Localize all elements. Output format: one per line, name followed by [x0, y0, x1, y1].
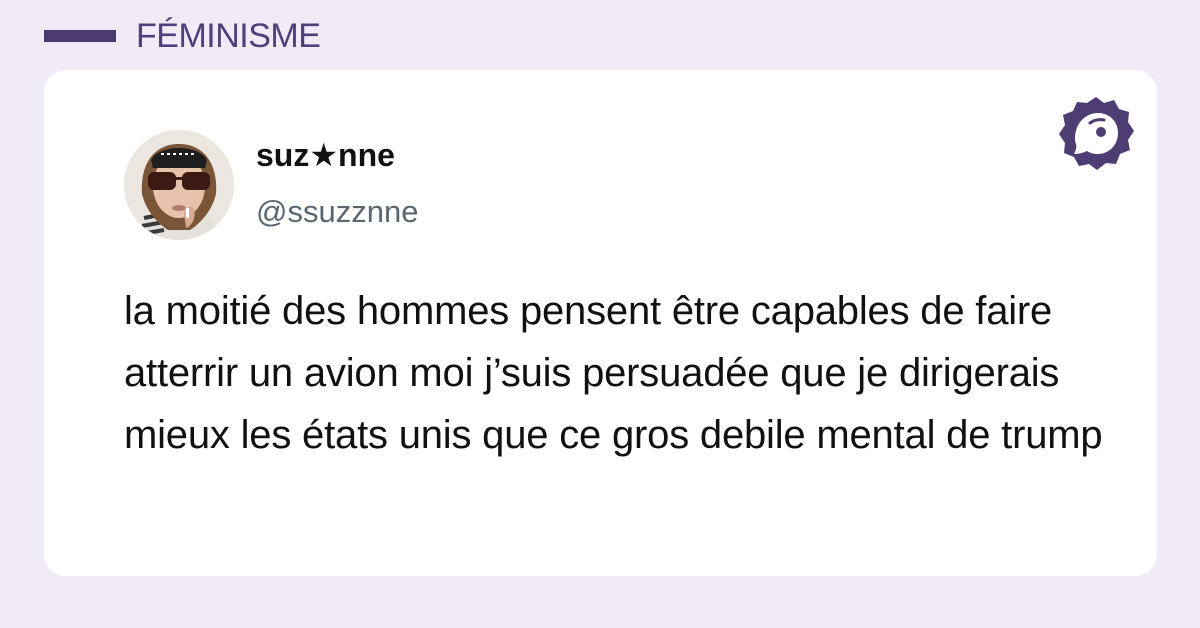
tweet-text: la moitié des hommes pensent être capabl…	[124, 289, 1103, 457]
brand-logo-icon[interactable]	[1056, 94, 1136, 174]
category-label[interactable]: FÉMINISME	[136, 19, 321, 53]
category-header: FÉMINISME	[44, 14, 321, 58]
author-name[interactable]: suz★nne	[256, 136, 395, 174]
author-handle[interactable]: @ssuzznne	[256, 194, 418, 230]
tweet-card: suz★nne @ssuzznne la moitié des hommes p…	[44, 70, 1157, 576]
category-bar-decoration	[44, 30, 116, 42]
avatar[interactable]	[124, 130, 234, 240]
